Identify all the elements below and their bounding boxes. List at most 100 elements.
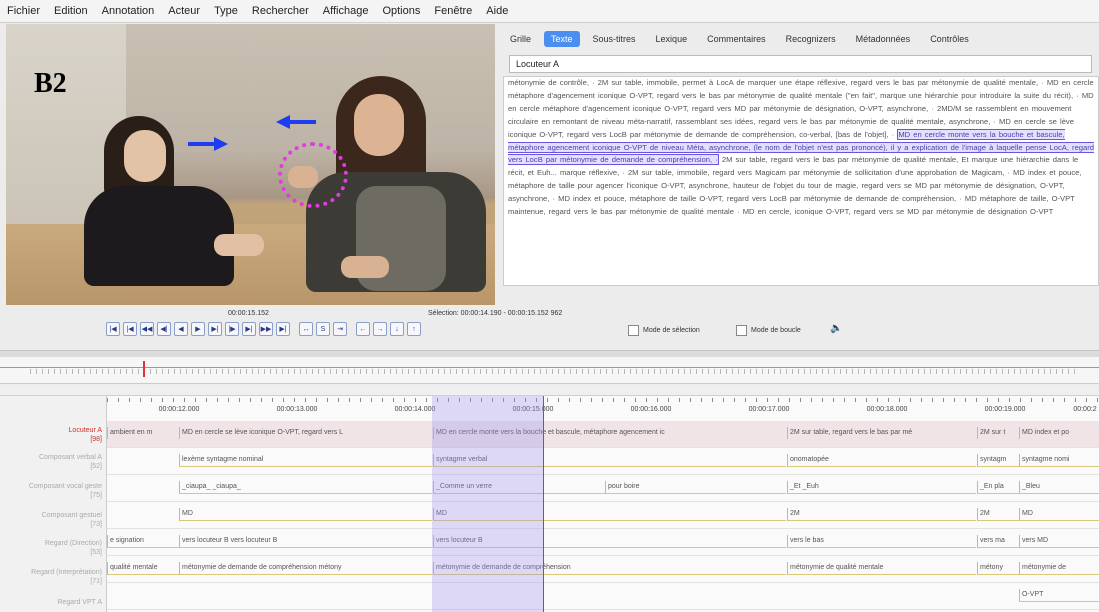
tab-texte[interactable]: Texte <box>544 31 580 47</box>
menu-type[interactable]: Type <box>207 5 245 17</box>
annotation[interactable]: métony <box>977 562 1020 575</box>
tier-label-composant-gestuel[interactable]: Composant gestuel [73] <box>2 511 102 529</box>
previous-annotation-button[interactable]: ← <box>356 322 370 336</box>
play-selection-button[interactable]: S <box>316 322 330 336</box>
tier-row-composant-vocal[interactable]: _ciaupa_ _ciaupa_ _Comme un verre pour b… <box>107 475 1099 502</box>
ruler-tick: 00:00:13.000 <box>276 406 318 413</box>
menu-acteur[interactable]: Acteur <box>161 5 207 17</box>
step-back-second-button[interactable]: ◀◀ <box>140 322 154 336</box>
loop-mode-checkbox[interactable] <box>736 325 747 336</box>
tier-row-locuteur-a[interactable]: ambient en m MD en cercle se lève iconiq… <box>107 421 1099 448</box>
tier-label-locuteur-a[interactable]: Locuteur A [98] <box>2 426 102 444</box>
overview-crosshair[interactable] <box>143 361 145 377</box>
clear-selection-button[interactable]: ↔ <box>299 322 313 336</box>
annotation[interactable]: lexème syntagme nominal <box>179 454 432 467</box>
next-frame-button[interactable]: |▶ <box>225 322 239 336</box>
tier-label-composant-vocal[interactable]: Composant vocal geste [75] <box>2 482 102 500</box>
annotation[interactable]: MD <box>179 508 432 521</box>
tab-controles[interactable]: Contrôles <box>923 31 976 47</box>
selection-boundary-button[interactable]: ⇥ <box>333 322 347 336</box>
annotation[interactable]: vers locuteur B vers locuteur B <box>179 535 432 548</box>
tier-row-composant-gestuel[interactable]: MD MD 2M 2M MD <box>107 502 1099 529</box>
annotation[interactable]: _Bleu <box>1019 481 1099 494</box>
step-forward-second-button[interactable]: ▶| <box>242 322 256 336</box>
text-viewer[interactable]: métonymie de contrôle, · 2M sur table, i… <box>503 76 1099 286</box>
annotation[interactable]: e signation <box>107 535 180 548</box>
tier-row-regard-interpretation[interactable]: qualité mentale métonymie de demande de … <box>107 556 1099 583</box>
tier-row-regard-vpt[interactable]: O-VPT <box>107 583 1099 610</box>
tab-commentaires[interactable]: Commentaires <box>700 31 773 47</box>
tier-down-button[interactable]: ↓ <box>390 322 404 336</box>
menu-options[interactable]: Options <box>375 5 427 17</box>
play-button[interactable]: ▶ <box>191 322 205 336</box>
step-back-pixel-button[interactable]: ◀ <box>174 322 188 336</box>
go-to-begin-button[interactable]: |◀ <box>106 322 120 336</box>
annotation[interactable]: _Et _Euh <box>787 481 976 494</box>
tier-label-regard-direction[interactable]: Regard (Direction) [53] <box>2 539 102 557</box>
time-selection[interactable] <box>432 396 543 612</box>
annotation[interactable]: onomatopée <box>787 454 976 467</box>
menu-edition[interactable]: Edition <box>47 5 95 17</box>
annotation[interactable]: métonymie de qualité mentale <box>787 562 976 575</box>
annotation[interactable]: vers ma <box>977 535 1020 548</box>
tier-label-regard-interpretation[interactable]: Regard (Interprétation) [71] <box>2 568 102 586</box>
annotation[interactable]: métonymie de demande de compréhension mé… <box>179 562 432 575</box>
annotation[interactable]: MD <box>1019 508 1099 521</box>
annotation[interactable]: _En pla <box>977 481 1020 494</box>
selection-mode-toggle[interactable]: Mode de sélection <box>628 325 700 336</box>
tab-sous-titres[interactable]: Sous-titres <box>586 31 643 47</box>
timeline-scrollbar[interactable] <box>0 385 1099 396</box>
volume-icon[interactable]: 🔈 <box>830 323 842 334</box>
annotation[interactable]: 2M <box>977 508 1020 521</box>
tier-label-regard-vpt[interactable]: Regard VPT A <box>2 598 102 607</box>
annotation[interactable]: syntagm <box>977 454 1020 467</box>
annotation[interactable]: syntagme nomi <box>1019 454 1099 467</box>
annotation[interactable]: pour boire <box>605 481 786 494</box>
annotation[interactable]: _ciaupa_ _ciaupa_ <box>179 481 432 494</box>
tier-up-button[interactable]: ↑ <box>407 322 421 336</box>
time-ruler[interactable]: 00:00:12.000 00:00:13.000 00:00:14.000 0… <box>107 398 1099 420</box>
tier-label-composant-verbal[interactable]: Composant verbal A [52] <box>2 453 102 471</box>
menu-fichier[interactable]: Fichier <box>0 5 47 17</box>
annotation[interactable]: métonymie de <box>1019 562 1099 575</box>
tab-recognizers[interactable]: Recognizers <box>779 31 843 47</box>
step-forward-pixel-button[interactable]: ▶| <box>208 322 222 336</box>
tab-grille[interactable]: Grille <box>503 31 538 47</box>
tier-row-composant-verbal[interactable]: lexème syntagme nominal syntagme verbal … <box>107 448 1099 475</box>
annotation[interactable]: MD index et po <box>1019 427 1099 439</box>
annotation[interactable]: 2M sur table, regard vers le bas par mé <box>787 427 976 439</box>
menu-rechercher[interactable]: Rechercher <box>245 5 316 17</box>
next-annotation-button[interactable]: → <box>373 322 387 336</box>
ruler-tick: 00:00:18.000 <box>866 406 908 413</box>
annotation[interactable]: O-VPT <box>1019 589 1099 602</box>
previous-frame-button[interactable]: ◀| <box>157 322 171 336</box>
annotation[interactable]: ambient en m <box>107 427 180 439</box>
tier-select[interactable]: Locuteur A <box>509 55 1092 73</box>
menu-affichage[interactable]: Affichage <box>316 5 376 17</box>
playhead-crosshair[interactable] <box>543 396 544 612</box>
menu-fenetre[interactable]: Fenêtre <box>427 5 479 17</box>
previous-scrollview-button[interactable]: |◀ <box>123 322 137 336</box>
tier-row-regard-direction[interactable]: e signation vers locuteur B vers locuteu… <box>107 529 1099 556</box>
ruler-tick: 00:00:19.000 <box>984 406 1026 413</box>
annotation[interactable]: qualité mentale <box>107 562 180 575</box>
next-scrollview-button[interactable]: ▶▶ <box>259 322 273 336</box>
annotation[interactable]: vers le bas <box>787 535 976 548</box>
timeline-overview[interactable] <box>0 357 1099 384</box>
annotation-timeline[interactable]: Locuteur A [98] Composant verbal A [52] Co… <box>0 396 1099 612</box>
tab-metadonnees[interactable]: Métadonnées <box>849 31 918 47</box>
menu-aide[interactable]: Aide <box>479 5 515 17</box>
menu-annotation[interactable]: Annotation <box>95 5 162 17</box>
pane-divider[interactable] <box>0 350 1099 357</box>
loop-mode-toggle[interactable]: Mode de boucle <box>736 325 801 336</box>
video-viewer[interactable]: B2 <box>6 24 495 305</box>
go-to-end-button[interactable]: ▶| <box>276 322 290 336</box>
annotation[interactable]: 2M <box>787 508 976 521</box>
annotation[interactable]: MD en cercle se lève iconique O-VPT, reg… <box>179 427 432 439</box>
annotation[interactable]: 2M sur t <box>977 427 1020 439</box>
overview-ruler <box>0 367 1099 368</box>
annotation[interactable]: vers MD <box>1019 535 1099 548</box>
tab-lexique[interactable]: Lexique <box>649 31 695 47</box>
selection-mode-label: Mode de sélection <box>643 327 700 334</box>
selection-mode-checkbox[interactable] <box>628 325 639 336</box>
